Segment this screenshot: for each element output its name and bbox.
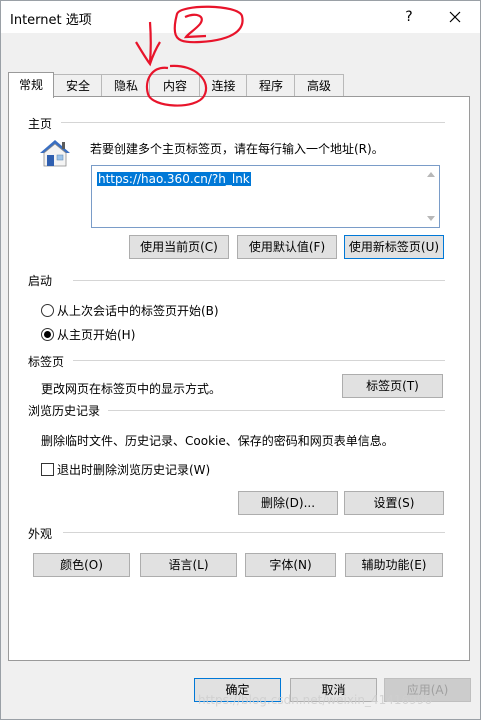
use-default-button[interactable]: 使用默认值(F): [237, 235, 337, 259]
appearance-group-label: 外观: [28, 525, 57, 542]
tabs-description: 更改网页在标签页中的显示方式。: [41, 382, 222, 396]
homepage-description: 若要创建多个主页标签页，请在每行输入一个地址(R)。: [90, 142, 384, 156]
tabs-settings-button[interactable]: 标签页(T): [342, 374, 443, 398]
internet-options-dialog: Internet 选项 ? 常规 安全 隐私 内容 连接 程序 高级 主页 若要…: [0, 0, 481, 720]
tab-advanced[interactable]: 高级: [294, 74, 344, 97]
languages-button[interactable]: 语言(L): [140, 553, 237, 577]
startup-last-session-label[interactable]: 从上次会话中的标签页开始(B): [57, 302, 219, 319]
scroll-up-icon[interactable]: [427, 172, 435, 177]
homepage-url-text: https://hao.360.cn/?h_lnk: [97, 172, 251, 186]
tab-general[interactable]: 常规: [8, 72, 54, 98]
tabs-group-label: 标签页: [28, 353, 69, 370]
startup-divider: [73, 280, 445, 281]
history-divider: [108, 410, 445, 411]
tab-content[interactable]: 内容: [149, 74, 201, 97]
startup-homepage-radio[interactable]: [41, 328, 54, 341]
radio-selected-dot: [44, 331, 51, 338]
startup-last-session-radio[interactable]: [41, 304, 54, 317]
tab-programs[interactable]: 程序: [246, 74, 296, 97]
tab-connections[interactable]: 连接: [199, 74, 248, 97]
history-description: 删除临时文件、历史记录、Cookie、保存的密码和网页表单信息。: [41, 434, 394, 448]
tab-privacy[interactable]: 隐私: [101, 74, 151, 97]
appearance-divider: [63, 532, 445, 533]
history-delete-button[interactable]: 删除(D)...: [238, 491, 338, 515]
tab-strip: 常规 安全 隐私 内容 连接 程序 高级: [8, 72, 468, 98]
csdn-watermark: https://blog.csdn.net/weixin_41416996: [198, 693, 433, 707]
history-group-label: 浏览历史记录: [28, 402, 105, 419]
startup-group-label: 启动: [28, 272, 57, 289]
delete-history-on-exit-label[interactable]: 退出时删除浏览历史记录(W): [57, 461, 210, 478]
tabs-divider: [73, 360, 445, 361]
accessibility-button[interactable]: 辅助功能(E): [345, 553, 443, 577]
use-new-tab-button[interactable]: 使用新标签页(U): [344, 235, 444, 259]
scroll-down-icon[interactable]: [427, 216, 435, 221]
url-scrollbar[interactable]: [423, 166, 439, 227]
help-button[interactable]: ?: [399, 7, 419, 27]
home-page-icon: [38, 138, 72, 168]
homepage-group-label: 主页: [28, 115, 57, 132]
homepage-url-input[interactable]: https://hao.360.cn/?h_lnk: [91, 165, 440, 228]
close-icon[interactable]: [443, 5, 467, 29]
use-current-button[interactable]: 使用当前页(C): [129, 235, 229, 259]
general-tab-panel: 主页 若要创建多个主页标签页，请在每行输入一个地址(R)。 https://ha…: [8, 96, 470, 661]
startup-homepage-label[interactable]: 从主页开始(H): [57, 326, 135, 343]
colors-button[interactable]: 颜色(O): [33, 553, 130, 577]
window-title: Internet 选项: [10, 13, 92, 28]
title-bar: Internet 选项 ?: [1, 1, 480, 33]
history-settings-button[interactable]: 设置(S): [344, 491, 444, 515]
delete-history-on-exit-checkbox[interactable]: [41, 463, 54, 476]
homepage-divider: [61, 122, 445, 123]
fonts-button[interactable]: 字体(N): [245, 553, 336, 577]
tab-security[interactable]: 安全: [53, 74, 103, 97]
